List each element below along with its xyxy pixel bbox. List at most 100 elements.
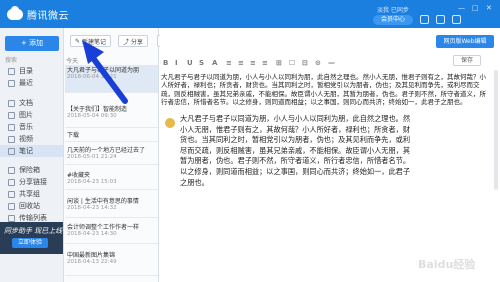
- list-section-header: 今天: [66, 58, 79, 65]
- close-icon[interactable]: ✕: [486, 4, 492, 12]
- sidebar-item-music[interactable]: 音乐: [0, 121, 63, 133]
- list-item[interactable]: 下载: [65, 130, 158, 142]
- divider-button[interactable]: —: [328, 59, 335, 67]
- new-note-icon: ✎: [75, 37, 82, 45]
- bold-button[interactable]: B: [163, 59, 168, 67]
- share-label: 分享: [130, 38, 143, 46]
- save-button[interactable]: 保存: [453, 55, 481, 66]
- list-item[interactable]: 【关于我们】智能制造 2018-05-04 09:30: [65, 104, 158, 128]
- note-date: 2018-04-23 14:32: [67, 205, 117, 211]
- sidebar-item-label: 回收站: [19, 202, 40, 210]
- note-title: #收藏夹: [67, 172, 91, 179]
- trash-icon: [8, 202, 15, 210]
- cloud-icon: [7, 5, 23, 20]
- list-item[interactable]: 会计师调整个工作作者一样 2018-04-23 14:30: [65, 222, 158, 244]
- list-item[interactable]: 大凡君子与君子以同道为朋 2018-06-04 15:21: [65, 65, 158, 93]
- note-title: 几天前的一个地方已经过去了: [67, 147, 146, 154]
- sidebar-search[interactable]: 搜索: [5, 55, 59, 64]
- note-date: 2018-04-23 15:03: [67, 179, 117, 185]
- sidebar-item-label: 视频: [19, 135, 33, 143]
- list-item[interactable]: 中国最新图片集锦 2018-04-13 22:49: [65, 250, 158, 276]
- note-title: 闲谈 | 生活中有意思的事情: [67, 198, 139, 205]
- sidebar-item-groups[interactable]: 共享组: [0, 188, 63, 200]
- sidebar-item-recent[interactable]: 最近: [0, 77, 63, 89]
- promo-button[interactable]: 立即体验: [12, 238, 48, 248]
- emoji-icon: [165, 118, 175, 128]
- share-icon: [8, 178, 15, 186]
- group-icon: [8, 190, 15, 198]
- promo-text: 同步助手 现已上线: [4, 227, 63, 235]
- web-edit-button[interactable]: 网页版Web编辑: [436, 35, 494, 48]
- note-date: 2018-04-13 22:49: [67, 259, 117, 265]
- note-date: 2018-05-04 09:30: [67, 113, 117, 119]
- note-title: 【关于我们】智能制造: [67, 106, 128, 113]
- sidebar-item-label: 保险箱: [19, 166, 40, 174]
- share-button[interactable]: ⤴ 分享: [118, 35, 148, 47]
- note-paragraph-2[interactable]: 大凡君子与君子以同道为朋，小人与小人以同利为朋，此自然之理也。然小人无朋，惟君子…: [180, 114, 415, 210]
- editor-scrollbar[interactable]: [494, 70, 498, 190]
- sidebar-item-label: 音乐: [19, 123, 33, 131]
- transfer-icon: [8, 214, 15, 222]
- settings-icon[interactable]: [436, 15, 445, 24]
- note-title: 大凡君子与君子以同道为朋: [67, 67, 140, 74]
- maximize-icon[interactable]: □: [472, 4, 479, 12]
- sidebar-item-label: 最近: [19, 79, 33, 87]
- align-center-button[interactable]: ≡: [238, 59, 244, 67]
- note-title: 会计师调整个工作作者一样: [67, 224, 140, 231]
- list-item[interactable]: #收藏夹 2018-04-23 15:03: [65, 170, 158, 190]
- list-button[interactable]: ≡: [262, 59, 268, 67]
- sidebar-item-trash[interactable]: 回收站: [0, 200, 63, 212]
- align-left-button[interactable]: ≡: [226, 59, 232, 67]
- sidebar-item-video[interactable]: 视频: [0, 133, 63, 145]
- list-item[interactable]: 几天前的一个地方已经过去了 2018-05-01 21:24: [65, 145, 158, 165]
- minimize-icon[interactable]: —: [458, 4, 465, 12]
- message-icon[interactable]: [420, 15, 429, 24]
- table-button[interactable]: ⊞: [276, 59, 282, 67]
- app-title: 腾讯微云: [27, 10, 69, 22]
- note-title: 下载: [67, 132, 80, 139]
- sidebar-item-label: 共享组: [19, 190, 40, 198]
- sidebar-item-label: 文档: [19, 99, 33, 107]
- folder-icon: [8, 67, 15, 75]
- emoji-button[interactable]: ⊙: [315, 59, 321, 67]
- watermark-logo: Baidu经验: [418, 258, 476, 271]
- note-paragraph-1[interactable]: 大凡君子与君子以同道为朋，小人与小人以同利为朋，此自然之理也。然小人无朋，惟君子…: [161, 73, 491, 109]
- music-icon: [8, 123, 15, 131]
- video-icon: [8, 135, 15, 143]
- safe-icon: [8, 166, 15, 174]
- underline-button[interactable]: U: [187, 59, 193, 67]
- app-logo: 腾讯微云: [7, 5, 69, 22]
- doc-icon: [8, 99, 15, 107]
- note-date: 2018-06-04 15:21: [67, 74, 117, 80]
- sidebar-item-label: 图片: [19, 111, 33, 119]
- align-right-button[interactable]: ≡: [250, 59, 256, 67]
- strike-button[interactable]: S: [199, 59, 204, 67]
- sidebar-item-notes[interactable]: 笔记: [0, 145, 63, 157]
- list-item[interactable]: 闲谈 | 生活中有意思的事情 2018-04-23 14:32: [65, 196, 158, 218]
- italic-button[interactable]: I: [175, 59, 178, 67]
- sidebar-item-label: 目录: [19, 67, 33, 75]
- account-status[interactable]: 淡我 已同步: [377, 5, 409, 14]
- note-date: 2018-05-01 21:24: [67, 154, 117, 160]
- vip-center-button[interactable]: 会员中心: [373, 15, 413, 25]
- sidebar-item-share-links[interactable]: 分享链接: [0, 176, 63, 188]
- menu-icon[interactable]: [452, 15, 461, 24]
- sidebar-item-docs[interactable]: 文档: [0, 97, 63, 109]
- note-title: 中国最新图片集锦: [67, 252, 116, 259]
- new-note-label: 新建笔记: [81, 38, 106, 46]
- sidebar-item-safe[interactable]: 保险箱: [0, 164, 63, 176]
- sidebar-item-images[interactable]: 图片: [0, 109, 63, 121]
- font-color-button[interactable]: A: [212, 59, 217, 67]
- sidebar-item-label: 笔记: [19, 147, 33, 155]
- image-button[interactable]: ⊟: [302, 59, 308, 67]
- sidebar-item-catalog[interactable]: 目录: [0, 65, 63, 77]
- share-icon: ⤴: [123, 38, 131, 46]
- checkbox-button[interactable]: ☐: [289, 59, 295, 67]
- note-icon: [8, 147, 15, 155]
- note-date: 2018-04-23 14:30: [67, 231, 117, 237]
- new-note-button[interactable]: ✎ 新建笔记: [70, 35, 111, 47]
- sidebar-item-label: 分享链接: [19, 178, 47, 186]
- add-button[interactable]: + 添加: [5, 36, 59, 51]
- clock-icon: [8, 79, 15, 87]
- promo-banner: 同步助手 现已上线 立即体验: [0, 222, 63, 254]
